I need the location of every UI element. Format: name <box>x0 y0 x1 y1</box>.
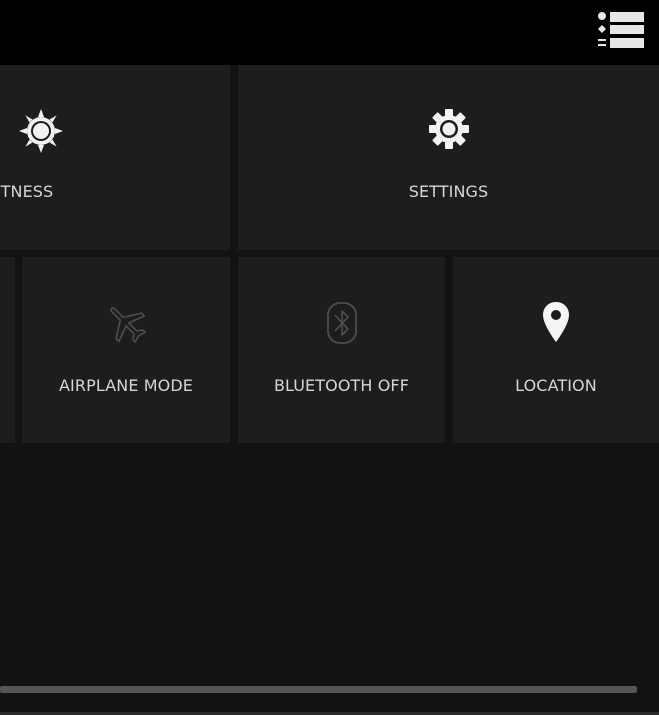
bluetooth-label: BLUETOOTH OFF <box>273 376 410 395</box>
notification-list-icon <box>598 12 644 48</box>
airplane-mode-tile[interactable]: AIRPLANE MODE <box>22 257 230 443</box>
partial-tile[interactable] <box>0 257 15 443</box>
top-bar <box>0 0 659 65</box>
location-tile[interactable]: LOCATION <box>453 257 659 443</box>
brightness-slider-track[interactable] <box>0 686 637 693</box>
location-label: LOCATION <box>515 376 597 395</box>
airplane-icon <box>110 307 146 343</box>
bluetooth-icon <box>326 302 357 344</box>
notifications-button[interactable] <box>596 10 644 50</box>
bluetooth-tile[interactable]: BLUETOOTH OFF <box>238 257 445 443</box>
sun-icon <box>19 109 63 153</box>
settings-tile[interactable]: SETTINGS <box>238 65 659 250</box>
brightness-label: GHTNESS <box>0 182 54 201</box>
location-pin-icon <box>543 302 569 342</box>
settings-label: SETTINGS <box>408 182 489 201</box>
gear-icon <box>428 109 469 149</box>
airplane-mode-label: AIRPLANE MODE <box>59 376 193 395</box>
brightness-tile[interactable]: GHTNESS <box>0 65 230 250</box>
